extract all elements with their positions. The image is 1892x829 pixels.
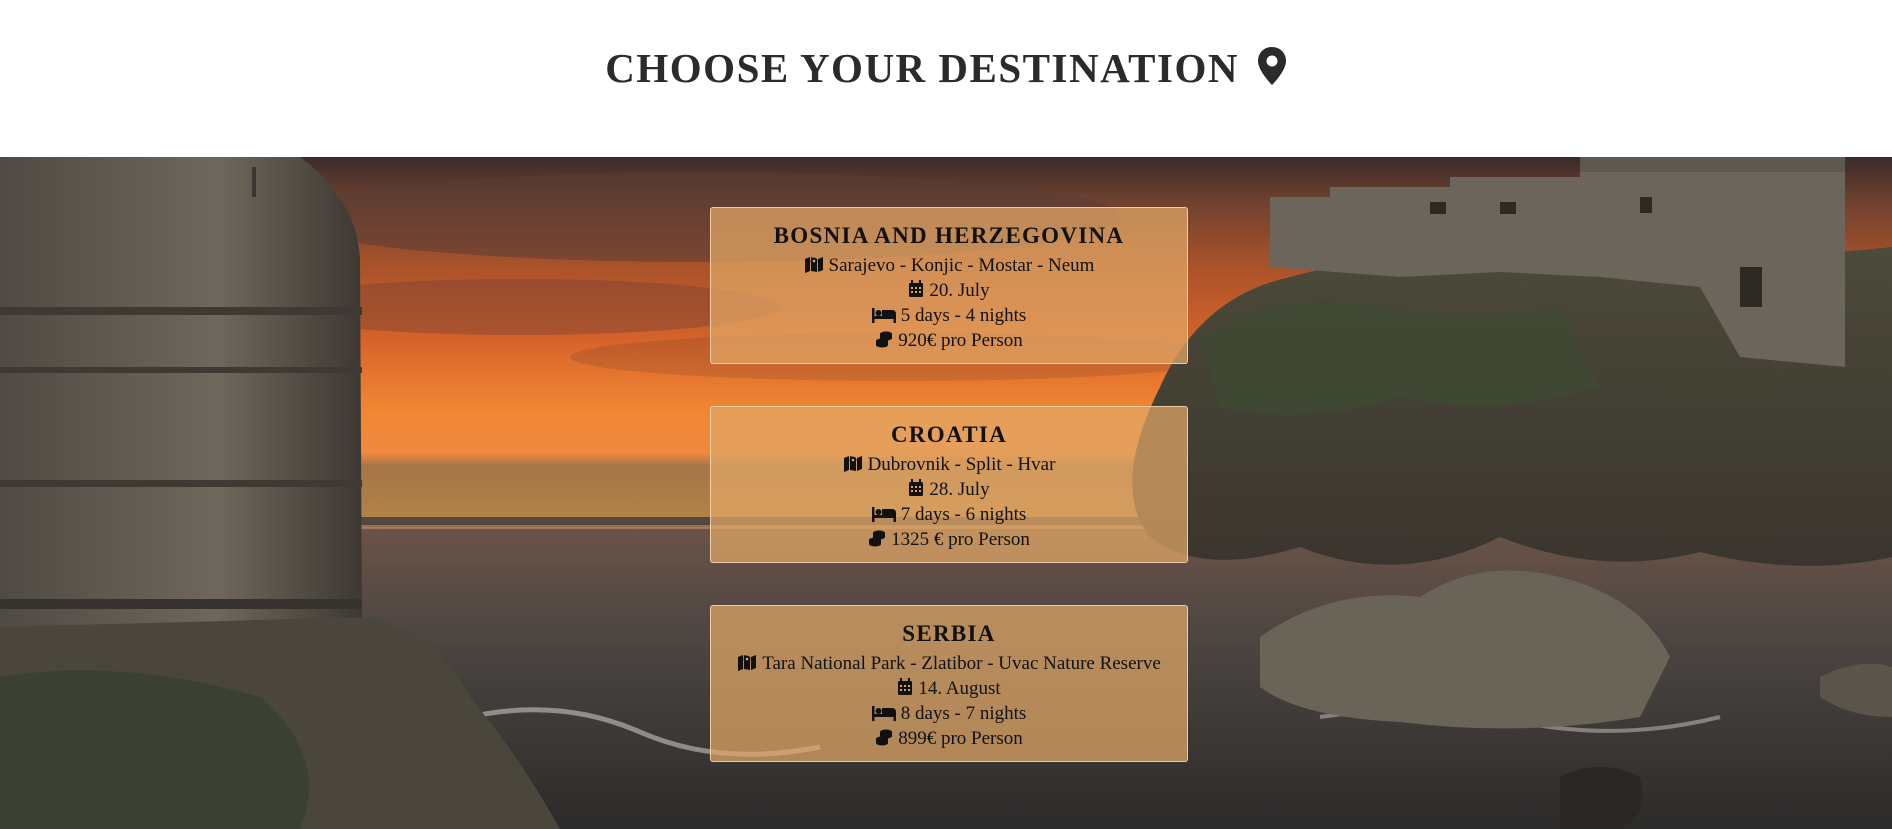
page-title-text: CHOOSE YOUR DESTINATION [605,45,1239,91]
destination-price: 920€ pro Person [711,329,1187,354]
destination-date: 28. July [711,478,1187,503]
calendar-icon [908,280,924,304]
bed-icon [871,306,896,329]
destination-name: CROATIA [890,422,1007,447]
destination-list: BOSNIA AND HERZEGOVINA Sarajevo - Konjic… [0,157,1892,829]
destination-card-bosnia[interactable]: BOSNIA AND HERZEGOVINA Sarajevo - Konjic… [710,207,1188,364]
coins-icon [875,728,893,752]
hero-background: BOSNIA AND HERZEGOVINA Sarajevo - Konjic… [0,157,1892,829]
coins-icon [875,330,893,354]
map-location-icon [843,454,863,478]
destination-route: Tara National Park - Zlatibor - Uvac Nat… [711,652,1187,677]
destination-date: 20. July [711,279,1187,304]
destination-route: Sarajevo - Konjic - Mostar - Neum [711,254,1187,279]
destination-duration: 8 days - 7 nights [711,702,1187,727]
destination-duration: 5 days - 4 nights [711,304,1187,329]
map-location-icon [804,255,824,279]
destination-name: BOSNIA AND HERZEGOVINA [773,223,1125,248]
destination-route: Dubrovnik - Split - Hvar [711,453,1187,478]
destination-card-croatia[interactable]: CROATIA Dubrovnik - Split - Hvar 28. Jul… [710,406,1188,563]
map-marker-icon [1257,46,1287,96]
destination-duration: 7 days - 6 nights [711,503,1187,528]
coins-icon [868,529,886,553]
calendar-icon [908,479,924,503]
header: CHOOSE YOUR DESTINATION [0,0,1892,157]
destination-name: SERBIA [902,621,996,646]
page-title: CHOOSE YOUR DESTINATION [0,44,1892,96]
bed-icon [871,505,896,528]
page: CHOOSE YOUR DESTINATION BOSNIA AND HERZE… [0,0,1892,829]
map-location-icon [737,653,757,677]
destination-price: 1325 € pro Person [711,528,1187,553]
destination-date: 14. August [711,677,1187,702]
calendar-icon [897,678,913,702]
destination-card-serbia[interactable]: SERBIA Tara National Park - Zlatibor - U… [710,605,1188,762]
bed-icon [871,704,896,727]
destination-price: 899€ pro Person [711,727,1187,752]
